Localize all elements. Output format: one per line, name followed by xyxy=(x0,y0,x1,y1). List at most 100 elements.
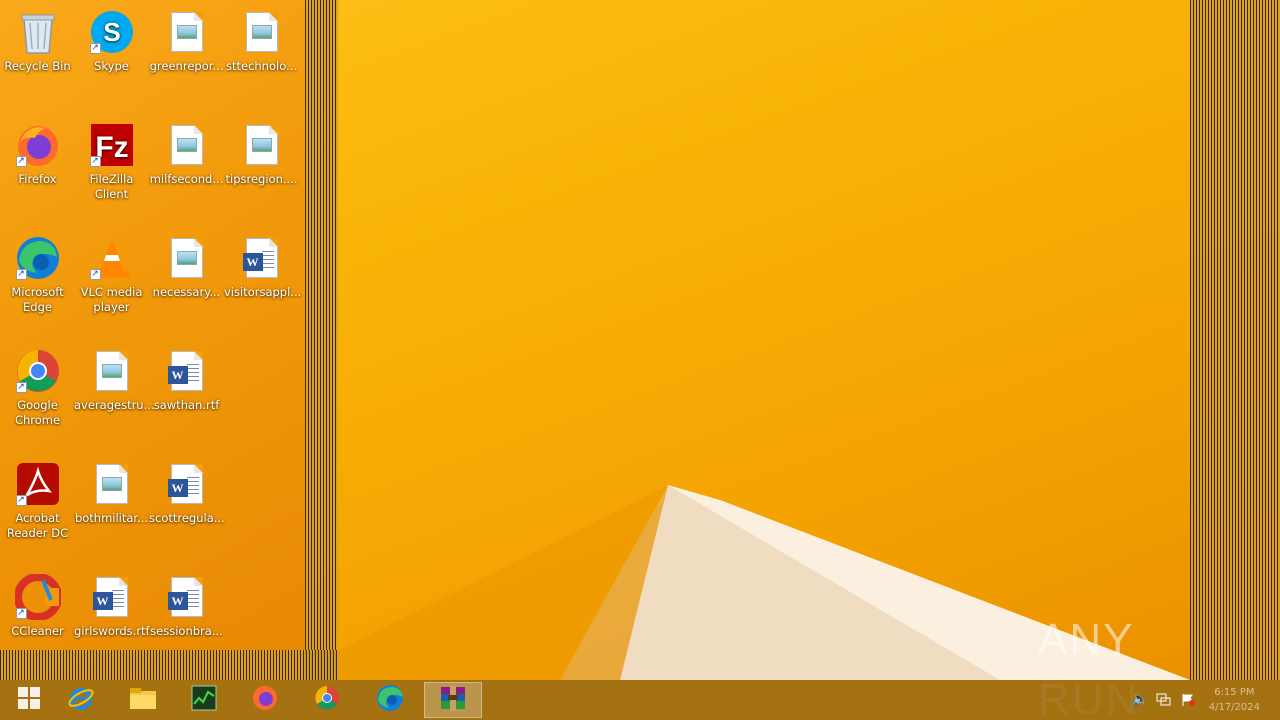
image-file-icon xyxy=(163,234,211,282)
desktop-icon-label: greenrepor... xyxy=(149,59,224,73)
desktop-icon-greenrepor[interactable]: greenrepor... xyxy=(149,8,224,74)
desktop-icon-label: sttechnolo... xyxy=(225,59,298,73)
desktop-icon-sawthan[interactable]: W sawthan.rtf xyxy=(149,347,224,413)
desktop-icon-scottregula[interactable]: W scottregula... xyxy=(149,460,225,526)
filezilla-icon: Fz ↗ xyxy=(88,121,136,169)
word-doc-icon: W xyxy=(163,460,211,508)
word-doc-icon: W xyxy=(238,234,286,282)
shortcut-arrow-icon: ↗ xyxy=(15,156,27,167)
desktop-icon-firefox[interactable]: ↗ Firefox xyxy=(0,121,75,187)
desktop-icon-label: CCleaner xyxy=(11,624,64,638)
desktop-icon-sttechnolo[interactable]: sttechnolo... xyxy=(224,8,299,74)
action-center-flag-icon[interactable] xyxy=(1180,693,1196,707)
shortcut-arrow-icon: ↗ xyxy=(89,156,101,167)
desktop-icon-area: Recycle Bin ↗ Firefox ↗ Microsoft Edge ↗… xyxy=(0,0,305,650)
desktop-icon-bothmilitar[interactable]: bothmilitar... xyxy=(74,460,149,526)
vlc-icon: ↗ xyxy=(88,234,136,282)
desktop-icon-skype[interactable]: S ↗ Skype xyxy=(74,8,149,74)
shortcut-arrow-icon: ↗ xyxy=(89,269,101,280)
taskbar-internet-explorer[interactable] xyxy=(52,682,110,718)
desktop-icon-sessionbra[interactable]: W sessionbra... xyxy=(149,573,224,639)
image-file-icon xyxy=(238,8,286,56)
desktop-icon-filezilla[interactable]: Fz ↗ FileZilla Client xyxy=(74,121,149,202)
image-file-icon xyxy=(163,8,211,56)
desktop-icon-averagestru[interactable]: averagestru... xyxy=(74,347,155,413)
desktop-icon-label: Skype xyxy=(94,59,129,73)
volume-icon[interactable]: 🔈 xyxy=(1132,693,1148,707)
taskbar-firefox[interactable] xyxy=(236,682,294,718)
svg-text:S: S xyxy=(103,17,120,47)
shortcut-arrow-icon: ↗ xyxy=(15,495,27,506)
desktop-icon-visitorsappl[interactable]: W visitorsappl... xyxy=(224,234,302,300)
ccleaner-icon: ↗ xyxy=(14,573,62,621)
taskbar-file-explorer[interactable] xyxy=(114,682,172,718)
shortcut-arrow-icon: ↗ xyxy=(15,608,27,619)
taskbar-winrar[interactable] xyxy=(424,682,482,718)
shortcut-arrow-icon: ↗ xyxy=(89,43,101,54)
folder-icon xyxy=(128,685,158,715)
shortcut-arrow-icon: ↗ xyxy=(15,269,27,280)
desktop-icon-label: FileZilla Client xyxy=(89,172,134,201)
desktop-icon-girlswords[interactable]: W girlswords.rtf xyxy=(74,573,150,639)
winrar-icon xyxy=(438,683,468,717)
chrome-icon xyxy=(313,684,341,716)
taskbar-chrome[interactable] xyxy=(298,682,356,718)
recycle-bin-icon xyxy=(14,8,62,56)
taskbar-task-manager[interactable] xyxy=(175,682,233,718)
desktop-icon-label: scottregula... xyxy=(149,511,225,525)
desktop-icon-necessary[interactable]: necessary... xyxy=(149,234,224,300)
desktop-icon-acrobat[interactable]: ↗ Acrobat Reader DC xyxy=(0,460,75,541)
striped-artifact-right xyxy=(1190,0,1280,680)
image-file-icon xyxy=(88,347,136,395)
desktop-icon-edge[interactable]: ↗ Microsoft Edge xyxy=(0,234,75,315)
edge-icon xyxy=(375,683,405,717)
desktop-icon-label: necessary... xyxy=(152,285,221,299)
firefox-icon xyxy=(251,684,279,716)
desktop-icon-label: Google Chrome xyxy=(14,398,61,427)
internet-explorer-icon xyxy=(67,684,95,716)
taskbar-start-button[interactable] xyxy=(0,682,58,718)
edge-icon: ↗ xyxy=(14,234,62,282)
desktop-icon-label: tipsregion.... xyxy=(225,172,298,186)
taskbar-edge[interactable] xyxy=(361,682,419,718)
skype-icon: S ↗ xyxy=(88,8,136,56)
shortcut-arrow-icon: ↗ xyxy=(15,382,27,393)
task-manager-icon xyxy=(190,684,218,716)
desktop-icon-ccleaner[interactable]: ↗ CCleaner xyxy=(0,573,75,639)
desktop-icon-label: girlswords.rtf xyxy=(74,624,150,638)
desktop-icon-milfsecond[interactable]: milfsecond... xyxy=(149,121,224,187)
network-icon[interactable] xyxy=(1156,693,1172,707)
desktop-icon-tipsregion[interactable]: tipsregion.... xyxy=(224,121,299,187)
clock[interactable]: 6:15 PM 4/17/2024 xyxy=(1209,685,1260,715)
image-file-icon xyxy=(163,121,211,169)
taskbar: 🔈 6:15 PM 4/17/2024 xyxy=(0,680,1280,720)
firefox-icon: ↗ xyxy=(14,121,62,169)
desktop-icon-label: bothmilitar... xyxy=(74,511,149,525)
desktop-icon-label: averagestru... xyxy=(74,398,155,412)
striped-artifact-left xyxy=(305,0,338,680)
chrome-icon: ↗ xyxy=(14,347,62,395)
striped-artifact-bottom xyxy=(0,650,338,680)
word-doc-icon: W xyxy=(163,347,211,395)
start-icon xyxy=(16,685,42,715)
anyrun-watermark: ANY RUN xyxy=(1038,610,1238,720)
acrobat-icon: ↗ xyxy=(14,460,62,508)
clock-date: 4/17/2024 xyxy=(1208,702,1260,713)
desktop-icon-label: sawthan.rtf xyxy=(153,398,220,412)
desktop-icon-label: sessionbra... xyxy=(150,624,223,638)
desktop-icon-label: Firefox xyxy=(18,172,57,186)
desktop-icon-label: Microsoft Edge xyxy=(11,285,64,314)
clock-time: 6:15 PM xyxy=(1214,687,1255,698)
desktop-icon-label: milfsecond... xyxy=(149,172,224,186)
desktop-icon-chrome[interactable]: ↗ Google Chrome xyxy=(0,347,75,428)
desktop-icon-label: visitorsappl... xyxy=(224,285,302,299)
desktop-icon-recycle-bin[interactable]: Recycle Bin xyxy=(0,8,75,74)
image-file-icon xyxy=(88,460,136,508)
word-doc-icon: W xyxy=(163,573,211,621)
desktop-icon-label: VLC media player xyxy=(80,285,143,314)
word-doc-icon: W xyxy=(88,573,136,621)
system-tray: 🔈 6:15 PM 4/17/2024 xyxy=(1110,680,1280,720)
desktop-icon-label: Acrobat Reader DC xyxy=(6,511,69,540)
desktop-icon-vlc[interactable]: ↗ VLC media player xyxy=(74,234,149,315)
desktop-icon-label: Recycle Bin xyxy=(4,59,71,73)
